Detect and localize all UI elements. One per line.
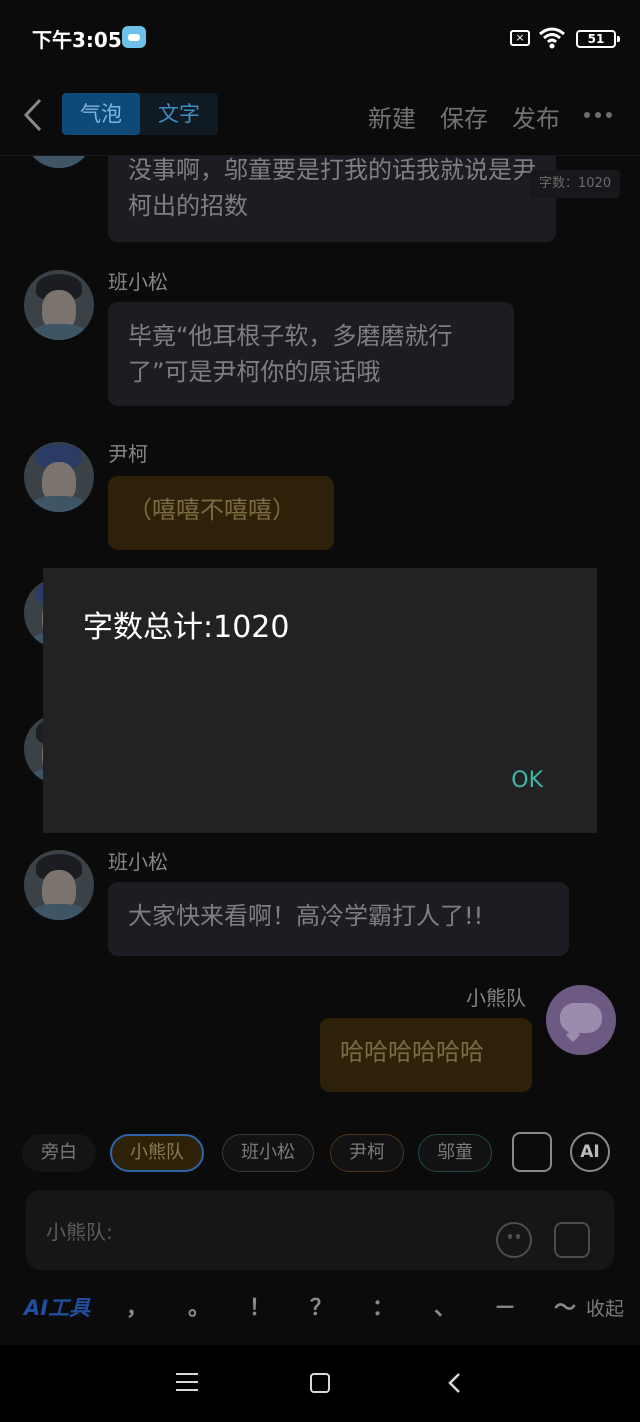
punctuation-key[interactable]: 。 [184, 1290, 214, 1322]
no-sim-icon: × [510, 30, 530, 46]
avatar[interactable] [24, 156, 94, 168]
message-bubble[interactable]: 大家快来看啊！高冷学霸打人了!! [108, 882, 569, 956]
character-chip[interactable]: 小熊队 [110, 1134, 204, 1172]
nav-back-icon[interactable] [444, 1371, 466, 1395]
punctuation-key[interactable]: ？ [306, 1290, 336, 1322]
back-icon[interactable] [18, 96, 48, 134]
image-icon[interactable] [554, 1222, 590, 1258]
mode-switch: 气泡 文字 [62, 93, 218, 135]
publish-button[interactable]: 发布 [512, 99, 560, 134]
word-count-dialog: 字数总计:1020 OK [43, 568, 597, 833]
message-input[interactable]: 小熊队: [26, 1190, 614, 1270]
punctuation-key[interactable]: ， [122, 1290, 152, 1322]
character-selector: 旁白 小熊队 班小松 尹柯 邬童 AI [0, 1130, 640, 1176]
message-bubble[interactable]: 毕竟“他耳根子软，多磨磨就行了”可是尹柯你的原话哦 [108, 302, 514, 406]
status-icons: × 51 [380, 26, 640, 52]
home-icon[interactable] [310, 1373, 330, 1393]
save-button[interactable]: 保存 [440, 99, 488, 134]
ai-tools-button[interactable]: AI工具 [24, 1292, 90, 1322]
app-notification-icon [122, 26, 146, 48]
character-chip[interactable]: 班小松 [222, 1134, 314, 1172]
speaker-name: 小熊队 [466, 986, 526, 1010]
word-count-badge: 字数：1020 [530, 170, 621, 198]
avatar[interactable] [24, 442, 94, 512]
avatar[interactable] [24, 850, 94, 920]
assistant-chat-icon[interactable] [546, 985, 616, 1055]
screen: 下午3:05 × 51 气泡 文字 新建 保存 发布 没事啊，邬童要是打我的话我… [0, 0, 640, 1422]
message-bubble[interactable]: （嘻嘻不嘻嘻） [108, 476, 334, 550]
app-header: 气泡 文字 新建 保存 发布 [0, 78, 640, 156]
message-bubble[interactable]: 哈哈哈哈哈哈 [320, 1018, 532, 1092]
status-time: 下午3:05 [32, 28, 122, 52]
status-bar: 下午3:05 × 51 [0, 0, 640, 78]
punctuation-key[interactable]: ～ [550, 1290, 580, 1322]
emoji-icon[interactable] [496, 1222, 532, 1258]
collapse-button[interactable]: 收起 [586, 1294, 624, 1321]
new-button[interactable]: 新建 [368, 99, 416, 134]
punctuation-key[interactable]: ！ [245, 1290, 275, 1322]
more-icon[interactable] [584, 112, 612, 120]
dialog-title: 字数总计:1020 [83, 610, 290, 645]
speaker-name: 班小松 [108, 850, 168, 874]
character-chip[interactable]: 邬童 [418, 1134, 492, 1172]
message-bubble[interactable]: 没事啊，邬童要是打我的话我就说是尹柯出的招数 [108, 156, 556, 242]
header-actions: 新建 保存 发布 [368, 98, 640, 134]
ok-button[interactable]: OK [511, 768, 543, 793]
speaker-name: 班小松 [108, 270, 168, 294]
speaker-name: 尹柯 [108, 442, 148, 466]
recent-apps-icon[interactable] [176, 1373, 198, 1391]
battery-icon: 51 [576, 30, 620, 48]
punctuation-key[interactable]: 、 [430, 1290, 460, 1322]
system-nav-bar [0, 1345, 640, 1422]
character-chip[interactable]: 尹柯 [330, 1134, 404, 1172]
input-speaker-label: 小熊队: [46, 1220, 113, 1244]
avatar[interactable] [24, 270, 94, 340]
tab-bubble[interactable]: 气泡 [62, 93, 140, 135]
ai-button[interactable]: AI [570, 1132, 610, 1172]
punctuation-key[interactable]: － [490, 1290, 520, 1322]
character-chip[interactable]: 旁白 [22, 1134, 96, 1172]
punctuation-key[interactable]: ： [368, 1290, 398, 1322]
tab-text[interactable]: 文字 [140, 93, 218, 135]
punctuation-toolbar: AI工具 ， 。 ！ ？ ： 、 － ～ 收起 [0, 1290, 640, 1326]
character-manage-icon[interactable] [512, 1132, 552, 1172]
wifi-icon [539, 27, 565, 49]
